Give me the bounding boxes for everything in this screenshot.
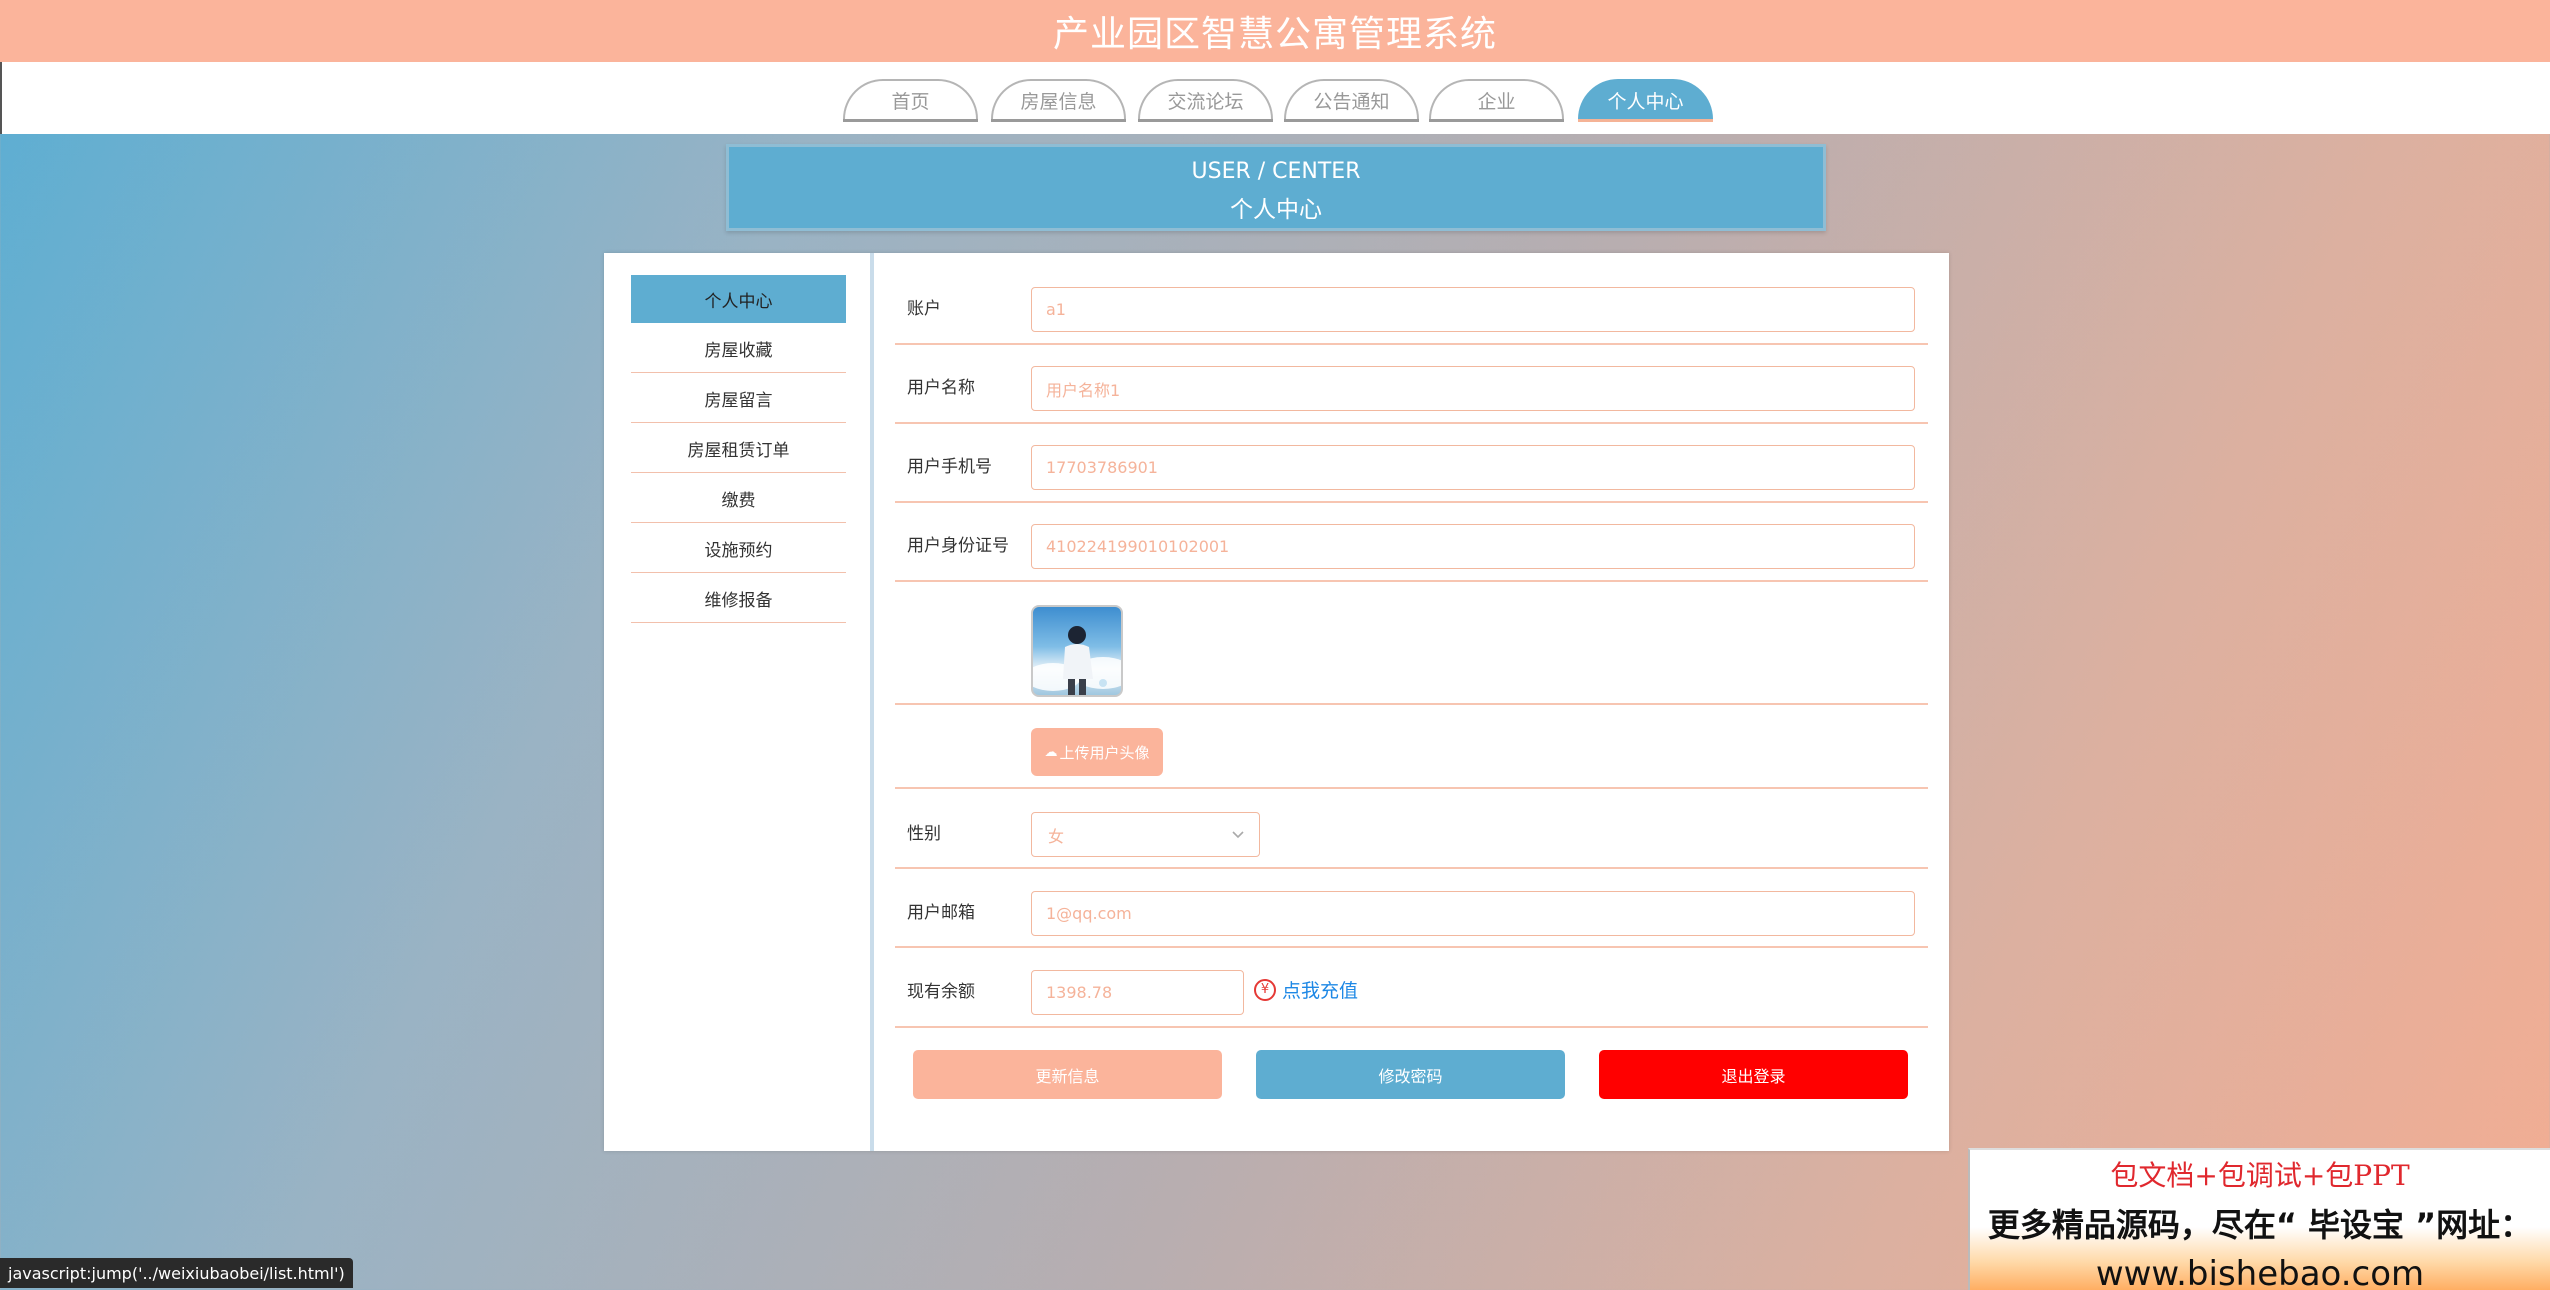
- change-password-button[interactable]: 修改密码: [1256, 1050, 1565, 1099]
- recharge-link[interactable]: ¥ 点我充值: [1254, 976, 1358, 1003]
- recharge-label: 点我充值: [1282, 980, 1359, 1002]
- tab-notice[interactable]: 公告通知: [1284, 79, 1419, 122]
- promo-line-2: 更多精品源码，尽在“ 毕设宝 ”网址：: [1987, 1206, 2533, 1244]
- balance-field: 1398.78: [1031, 970, 1244, 1015]
- row-divider: [895, 867, 1928, 869]
- app-title: 产业园区智慧公寓管理系统: [1052, 14, 1497, 55]
- sidebar-divider: [870, 253, 874, 1151]
- tab-forum[interactable]: 交流论坛: [1138, 79, 1273, 122]
- upload-avatar-button[interactable]: ☁ 上传用户头像: [1031, 728, 1163, 776]
- row-divider: [895, 1026, 1928, 1028]
- account-label: 账户: [907, 299, 941, 319]
- upload-avatar-label: 上传用户头像: [1059, 743, 1150, 762]
- idcard-label: 用户身份证号: [907, 536, 1009, 556]
- row-divider: [895, 787, 1928, 789]
- email-label: 用户邮箱: [907, 903, 975, 923]
- tab-user-center[interactable]: 个人中心: [1578, 79, 1713, 122]
- user-center-card: 个人中心 房屋收藏 房屋留言 房屋租赁订单 缴费 设施预约 维修报备 账户 a1…: [604, 253, 1949, 1151]
- tab-enterprise[interactable]: 企业: [1429, 79, 1564, 122]
- promo-watermark: 包文档+包调试+包PPT 更多精品源码，尽在“ 毕设宝 ”网址： www.bis…: [1968, 1148, 2550, 1290]
- banner-title-cn: 个人中心: [1230, 197, 1322, 223]
- sidebar-item-user-center[interactable]: 个人中心: [631, 275, 846, 323]
- sidebar-item-repair-report[interactable]: 维修报备: [631, 575, 846, 623]
- chevron-down-icon: [1232, 831, 1244, 839]
- username-label: 用户名称: [907, 378, 975, 398]
- balance-label: 现有余额: [907, 982, 975, 1002]
- page-banner: USER / CENTER 个人中心: [726, 144, 1826, 231]
- phone-label: 用户手机号: [907, 457, 992, 477]
- sidebar-item-payment[interactable]: 缴费: [631, 475, 846, 523]
- gender-value: 女: [1048, 826, 1065, 846]
- idcard-field[interactable]: 410224199010102001: [1031, 524, 1915, 569]
- phone-field[interactable]: 17703786901: [1031, 445, 1915, 490]
- username-field[interactable]: 用户名称1: [1031, 366, 1915, 411]
- account-field[interactable]: a1: [1031, 287, 1915, 332]
- email-field[interactable]: 1@qq.com: [1031, 891, 1915, 936]
- sidebar-item-house-favorites[interactable]: 房屋收藏: [631, 325, 846, 373]
- row-divider: [895, 946, 1928, 948]
- row-divider: [895, 703, 1928, 705]
- logout-button[interactable]: 退出登录: [1599, 1050, 1908, 1099]
- row-divider: [895, 501, 1928, 503]
- promo-url: www.bishebao.com: [2095, 1254, 2425, 1290]
- gender-label: 性别: [907, 824, 941, 844]
- avatar-image: [1033, 626, 1121, 695]
- sidebar-item-rental-orders[interactable]: 房屋租赁订单: [631, 425, 846, 473]
- sidebar-item-facility-booking[interactable]: 设施预约: [631, 525, 846, 573]
- promo-line-1: 包文档+包调试+包PPT: [2110, 1159, 2410, 1192]
- sidebar-item-house-messages[interactable]: 房屋留言: [631, 375, 846, 423]
- status-url-bar: javascript:jump('../weixiubaobei/list.ht…: [0, 1258, 353, 1288]
- tab-home[interactable]: 首页: [843, 79, 978, 122]
- user-avatar: [1031, 605, 1123, 697]
- tab-house-info[interactable]: 房屋信息: [991, 79, 1126, 122]
- yen-icon: ¥: [1254, 978, 1276, 1001]
- row-divider: [895, 580, 1928, 582]
- gender-select[interactable]: 女: [1031, 812, 1260, 857]
- banner-title-en: USER / CENTER: [1191, 159, 1361, 184]
- row-divider: [895, 343, 1928, 345]
- cloud-upload-icon: ☁: [1044, 744, 1058, 760]
- nav-bar: 首页 房屋信息 交流论坛 公告通知 企业 个人中心: [0, 62, 2550, 134]
- update-info-button[interactable]: 更新信息: [913, 1050, 1222, 1099]
- app-header: 产业园区智慧公寓管理系统: [0, 0, 2550, 62]
- row-divider: [895, 422, 1928, 424]
